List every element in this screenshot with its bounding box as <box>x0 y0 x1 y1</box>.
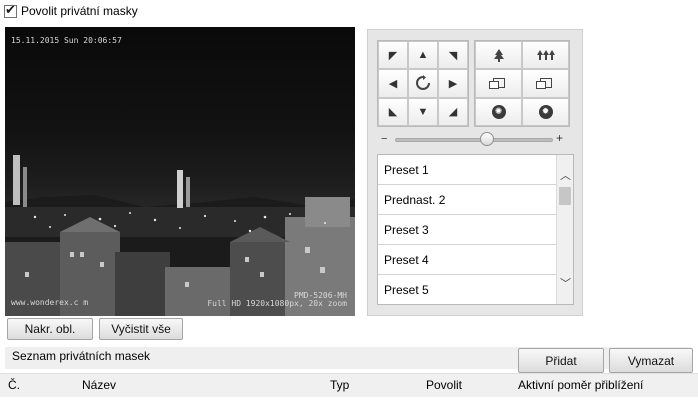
iris-open-icon: ✺ <box>491 104 506 119</box>
iris-close-button[interactable]: ✹ <box>522 97 569 126</box>
enable-privacy-mask-label: Povolit privátní masky <box>21 4 138 18</box>
refresh-icon <box>416 75 430 91</box>
preset-list: Preset 1 Prednast. 2 Preset 3 Preset 4 P… <box>377 154 574 305</box>
lens-control-grid: ✺ ✹ <box>474 40 570 127</box>
pan-up-left-button[interactable]: ◤ <box>378 41 408 70</box>
direction-pad: ◤ ▲ ◥ ◀ ▶ ◣ ▼ ◢ <box>377 40 469 127</box>
preset-item[interactable]: Preset 5 <box>378 275 556 304</box>
night-city-scene <box>5 155 355 316</box>
chevron-down-icon[interactable]: ﹀ <box>557 275 573 291</box>
zoom-in-button[interactable] <box>475 41 522 70</box>
speed-minus-icon[interactable]: − <box>381 133 387 145</box>
osd-site: www.wonderex.c m <box>11 298 89 307</box>
window-icon <box>535 78 552 90</box>
iris-open-button[interactable]: ✺ <box>475 97 522 126</box>
enable-privacy-mask-checkbox[interactable]: ✔ <box>4 1 17 18</box>
trees-icon <box>536 50 555 61</box>
pan-down-left-button[interactable]: ◣ <box>378 97 408 126</box>
chevron-up-icon[interactable]: ︿ <box>557 167 573 183</box>
focus-far-button[interactable] <box>522 69 569 98</box>
mask-list-title: Seznam privátních masek <box>12 349 151 363</box>
mask-table-header: Č. Název Typ Povolit Aktivní poměr přibl… <box>0 373 698 397</box>
auto-scan-button[interactable] <box>408 69 438 98</box>
clear-all-button[interactable]: Vyčistit vše <box>99 318 183 340</box>
speed-slider-track[interactable] <box>395 138 553 142</box>
column-header-number[interactable]: Č. <box>8 378 20 392</box>
speed-plus-icon[interactable]: + <box>556 131 563 145</box>
tree-icon <box>493 49 504 63</box>
osd-resolution: Full HD 1920x1080px, 20x zoom <box>207 299 347 308</box>
pan-down-right-button[interactable]: ◢ <box>438 97 468 126</box>
delete-mask-button[interactable]: Vymazat <box>609 348 693 373</box>
zoom-out-button[interactable] <box>522 41 569 70</box>
preset-item[interactable]: Prednast. 2 <box>378 185 556 215</box>
live-video-view[interactable]: 15.11.2015 Sun 20:06:57 www.wonderex.c m… <box>5 27 355 316</box>
preset-scrollbar[interactable]: ︿ ﹀ <box>556 155 573 304</box>
checkmark-icon: ✔ <box>5 1 16 17</box>
iris-close-icon: ✹ <box>538 104 553 119</box>
tilt-up-button[interactable]: ▲ <box>408 41 438 70</box>
tilt-down-button[interactable]: ▼ <box>408 97 438 126</box>
preset-item[interactable]: Preset 4 <box>378 245 556 275</box>
column-header-type[interactable]: Typ <box>330 378 349 392</box>
focus-near-button[interactable] <box>475 69 522 98</box>
enable-privacy-mask-row[interactable]: ✔ Povolit privátní masky <box>4 1 138 19</box>
pan-up-right-button[interactable]: ◥ <box>438 41 468 70</box>
preset-item[interactable]: Preset 3 <box>378 215 556 245</box>
pan-right-button[interactable]: ▶ <box>438 69 468 98</box>
scrollbar-thumb[interactable] <box>559 187 571 205</box>
preset-item[interactable]: Preset 1 <box>378 155 556 185</box>
osd-timestamp: 15.11.2015 Sun 20:06:57 <box>11 36 122 45</box>
pan-left-button[interactable]: ◀ <box>378 69 408 98</box>
ptz-control-panel: ◤ ▲ ◥ ◀ ▶ ◣ ▼ ◢ ✺ ✹ − + Preset 1 Prednas… <box>367 29 583 316</box>
draw-area-button[interactable]: Nakr. obl. <box>7 318 93 340</box>
window-icon <box>488 78 505 90</box>
column-header-zoom-ratio[interactable]: Aktivní poměr přiblížení <box>518 378 643 392</box>
column-header-enable[interactable]: Povolit <box>426 378 462 392</box>
add-mask-button[interactable]: Přidat <box>518 348 604 373</box>
speed-slider-thumb[interactable] <box>479 132 494 146</box>
column-header-name[interactable]: Název <box>82 378 116 392</box>
